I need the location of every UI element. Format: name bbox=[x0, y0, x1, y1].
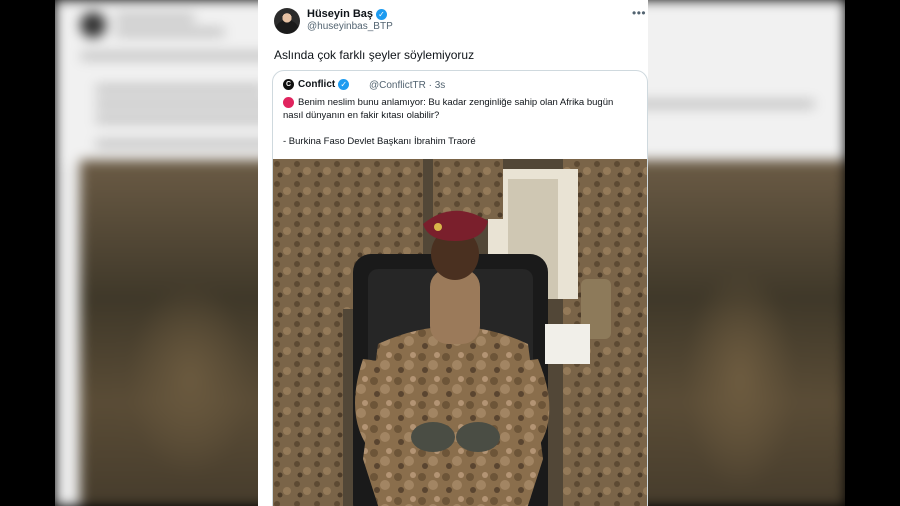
left-black-bar bbox=[0, 0, 55, 506]
author-handle[interactable]: @huseyinbas_BTP bbox=[307, 21, 393, 32]
more-horizontal-icon[interactable]: ••• bbox=[632, 6, 646, 20]
tweet-card: Hüseyin Baş ✓ @huseyinbas_BTP ••• Aslınd… bbox=[258, 0, 648, 506]
quote-text-line-1: Benim neslim bunu anlamıyor: Bu kadar ze… bbox=[298, 97, 614, 108]
military-officer-photo[interactable] bbox=[273, 159, 647, 506]
right-black-bar bbox=[845, 0, 900, 506]
conflict-logo-icon: C bbox=[283, 79, 294, 90]
quote-author-name[interactable]: Conflict ✓ bbox=[298, 79, 350, 90]
tweet-text: Aslında çok farklı şeyler söylemiyoruz bbox=[274, 48, 475, 62]
red-circle-icon bbox=[283, 97, 294, 108]
quote-author-handle: @ConflictTR · 3s bbox=[369, 80, 446, 91]
avatar[interactable] bbox=[274, 8, 300, 34]
quote-text-attribution: - Burkina Faso Devlet Başkanı İbrahim Tr… bbox=[283, 136, 476, 147]
verified-badge-icon: ✓ bbox=[376, 8, 388, 20]
quoted-tweet[interactable]: C Conflict ✓ @ConflictTR · 3s Benim nesl… bbox=[272, 70, 648, 506]
author-name[interactable]: Hüseyin Baş ✓ bbox=[307, 8, 388, 20]
quote-text-line-2: nasıl dünyanın en fakir kıtası olabilir? bbox=[283, 110, 440, 121]
verified-badge-icon: ✓ bbox=[338, 79, 350, 90]
photo-illustration bbox=[273, 159, 647, 506]
